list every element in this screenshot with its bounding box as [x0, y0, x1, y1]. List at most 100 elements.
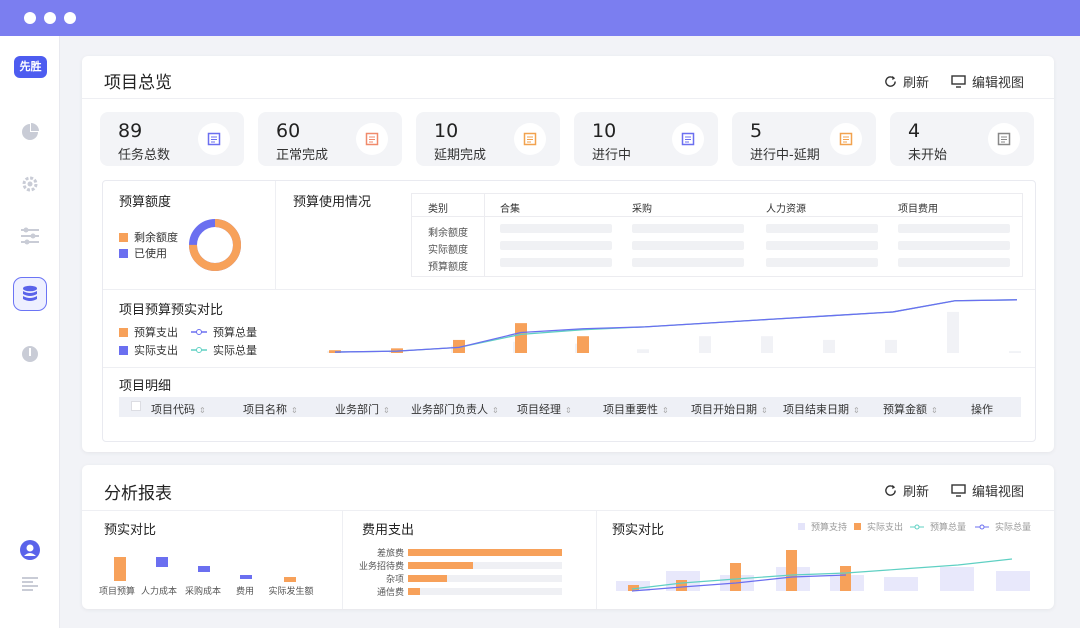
compare-bar — [284, 577, 296, 582]
refresh-button[interactable]: 刷新 — [884, 72, 929, 91]
actual-expense-bar — [840, 566, 851, 591]
detail-column-header[interactable]: 预算金额 ⇕ — [883, 401, 938, 417]
sliders-icon[interactable] — [18, 224, 42, 248]
refresh-icon — [885, 75, 896, 87]
analysis-card: 分析报表 刷新 编辑视图 预实对比 项目预算 人力成本 采购成本 费用 实际发生额 费用… — [82, 465, 1054, 609]
document-icon — [830, 123, 862, 155]
actual-expense-bar — [637, 349, 649, 353]
detail-column-header[interactable]: 项目名称 ⇕ — [243, 401, 298, 417]
expense-label: 差旅费 — [376, 549, 404, 559]
compare-title: 项目预算预实对比 — [119, 303, 224, 318]
usage-cell-bar — [766, 258, 878, 267]
detail-column-header[interactable]: 业务部门负责人 ⇕ — [411, 401, 499, 417]
refresh-button[interactable]: 刷新 — [884, 481, 929, 500]
usage-col-project-cost: 项目费用 — [898, 204, 938, 215]
usage-cell-bar — [500, 258, 612, 267]
stat-value: 60 — [276, 120, 301, 142]
compare-bar — [240, 575, 252, 579]
expense-label: 杂项 — [385, 575, 404, 585]
actual-expense-bar — [761, 336, 773, 353]
expense-bar — [408, 562, 473, 569]
x-axis-label: 实际发生额 — [268, 587, 314, 597]
overview-title: 项目总览 — [104, 73, 172, 93]
stat-card[interactable]: 89 任务总数 — [100, 112, 244, 166]
sort-icon: ⇕ — [931, 406, 938, 415]
stat-value: 89 — [118, 120, 143, 142]
usage-cell-bar — [632, 258, 744, 267]
stat-card[interactable]: 5 进行中-延期 — [732, 112, 876, 166]
legend-remaining: 剩余额度 — [119, 229, 178, 245]
expense-label: 通信费 — [376, 588, 404, 598]
usage-cell-bar — [898, 224, 1010, 233]
usage-col-purchase: 采购 — [632, 204, 652, 215]
legend-budget-total-r: 预算总量 — [910, 520, 966, 533]
detail-column-header[interactable]: 业务部门 ⇕ — [335, 401, 390, 417]
usage-row-label: 实际额度 — [428, 245, 468, 256]
edit-view-button[interactable]: 编辑视图 — [951, 481, 1024, 500]
speed-icon[interactable] — [18, 342, 42, 366]
overview-inner-panel: 预算额度 剩余额度 已使用 预算使用情况 类别 合集 采购 人力资源 项目费用 … — [102, 180, 1036, 442]
detail-column-header[interactable]: 项目代码 ⇕ — [151, 401, 206, 417]
stat-card[interactable]: 60 正常完成 — [258, 112, 402, 166]
edit-view-button[interactable]: 编辑视图 — [951, 72, 1024, 91]
stat-label: 正常完成 — [276, 148, 329, 163]
actual-expense-bar — [885, 339, 897, 353]
usage-title: 预算使用情况 — [293, 195, 372, 210]
database-icon[interactable] — [13, 277, 47, 311]
analysis-right-title: 预实对比 — [612, 523, 665, 538]
x-axis-label: 人力成本 — [140, 587, 177, 597]
stat-label: 未开始 — [908, 148, 948, 163]
compare-bar — [156, 557, 168, 567]
detail-title: 项目明细 — [119, 379, 172, 394]
user-icon[interactable] — [18, 538, 42, 562]
expense-bar — [408, 549, 562, 556]
document-icon — [356, 123, 388, 155]
actual-expense-bar — [676, 580, 687, 591]
sort-icon: ⇕ — [662, 406, 669, 415]
usage-cell-bar — [898, 258, 1010, 267]
overview-card: 项目总览 刷新 编辑视图 89 任务总数 60 正常完成 10 延期完成 10 进行中 5 进行中… — [82, 56, 1054, 452]
window-dot-icon[interactable] — [24, 12, 36, 24]
detail-column-header[interactable]: 项目开始日期 ⇕ — [691, 401, 768, 417]
select-all-checkbox[interactable] — [131, 401, 141, 411]
compare-chart — [327, 299, 1021, 353]
detail-column-header[interactable]: 项目经理 ⇕ — [517, 401, 572, 417]
stat-card[interactable]: 4 未开始 — [890, 112, 1034, 166]
usage-col-hr: 人力资源 — [766, 204, 806, 215]
usage-cell-bar — [500, 224, 612, 233]
budget-support-bar — [884, 577, 918, 591]
usage-col-total: 合集 — [500, 204, 520, 215]
stat-card[interactable]: 10 进行中 — [574, 112, 718, 166]
legend-used: 已使用 — [119, 245, 167, 261]
detail-column-header[interactable]: 操作 — [971, 401, 993, 417]
document-icon — [988, 123, 1020, 155]
legend-budget-total: 预算总量 — [191, 324, 257, 340]
budget-support-bar — [940, 567, 974, 591]
window-dot-icon[interactable] — [44, 12, 56, 24]
stat-card[interactable]: 10 延期完成 — [416, 112, 560, 166]
usage-table: 类别 合集 采购 人力资源 项目费用 剩余额度 实际额度 预算额度 — [411, 193, 1023, 277]
refresh-icon — [885, 484, 896, 496]
actual-expense-bar — [786, 550, 797, 591]
chart-pie-icon[interactable] — [18, 120, 42, 144]
detail-column-header[interactable]: 项目结束日期 ⇕ — [783, 401, 860, 417]
budget-total-line — [334, 299, 1018, 353]
edit-view-label: 编辑视图 — [971, 76, 1024, 91]
edit-view-label: 编辑视图 — [971, 485, 1024, 500]
analysis-title: 分析报表 — [104, 484, 172, 504]
sort-icon: ⇕ — [761, 406, 768, 415]
window-dot-icon[interactable] — [64, 12, 76, 24]
detail-column-header[interactable]: 项目重要性 ⇕ — [603, 401, 669, 417]
sort-icon: ⇕ — [565, 406, 572, 415]
document-icon — [514, 123, 546, 155]
app-logo: 先胜 — [14, 56, 47, 78]
legend-budget-expense: 预算支出 — [119, 324, 178, 340]
sort-icon: ⇕ — [199, 406, 206, 415]
analysis-middle-title: 费用支出 — [362, 523, 415, 538]
menu-lines-icon[interactable] — [18, 572, 42, 596]
actual-expense-bar — [730, 563, 741, 591]
gear-icon[interactable] — [18, 172, 42, 196]
stat-label: 任务总数 — [118, 148, 171, 163]
expense-bar — [408, 575, 447, 582]
x-axis-label: 费用 — [235, 587, 254, 597]
